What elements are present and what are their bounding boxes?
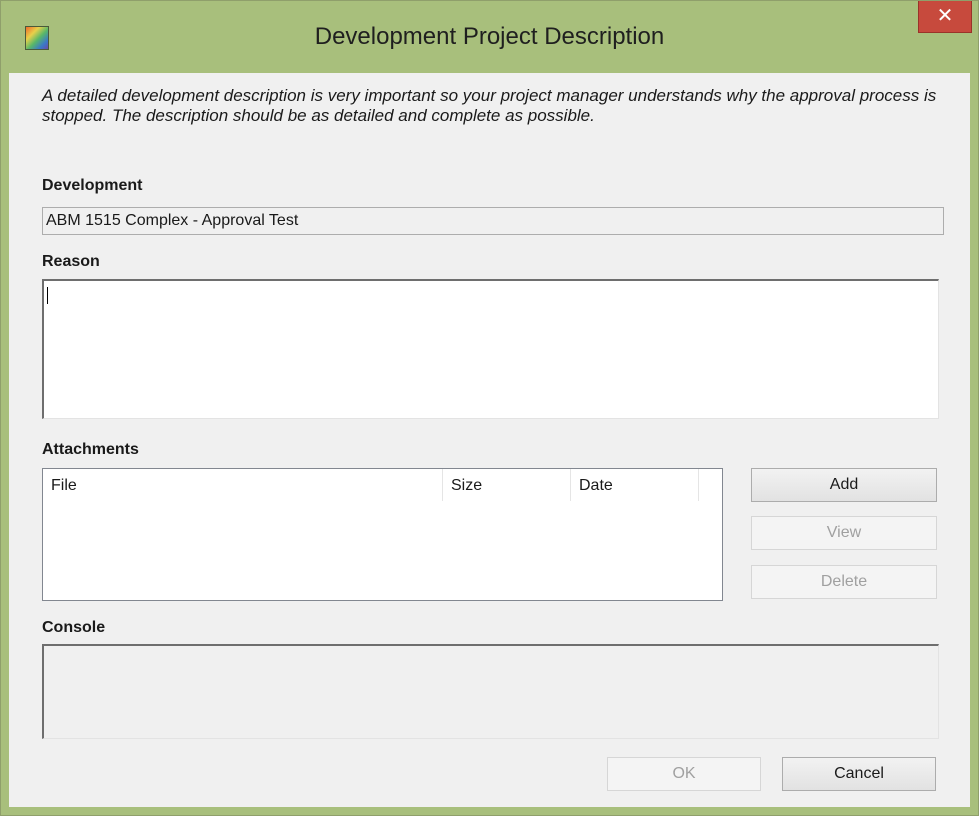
close-button[interactable]: ✕ (918, 1, 972, 33)
column-header-date[interactable]: Date (571, 469, 699, 501)
close-icon: ✕ (936, 5, 954, 27)
console-label: Console (42, 619, 106, 636)
column-header-size[interactable]: Size (443, 469, 571, 501)
development-label: Development (42, 177, 143, 194)
dialog-client-area: A detailed development description is ve… (9, 73, 970, 807)
intro-description: A detailed development description is ve… (42, 86, 937, 125)
ok-button[interactable]: OK (607, 757, 761, 791)
add-button[interactable]: Add (751, 468, 937, 502)
dialog-window: Development Project Description ✕ A deta… (0, 0, 979, 816)
column-header-filler (699, 469, 722, 501)
title-bar[interactable]: Development Project Description ✕ (1, 1, 978, 73)
attachments-list-header: File Size Date (43, 469, 722, 501)
development-field[interactable]: ABM 1515 Complex - Approval Test (42, 207, 944, 235)
console-output[interactable] (42, 644, 939, 739)
column-header-file[interactable]: File (43, 469, 443, 501)
window-title: Development Project Description (314, 23, 665, 50)
attachments-list[interactable]: File Size Date (42, 468, 723, 601)
view-button[interactable]: View (751, 516, 937, 550)
reason-textarea[interactable] (42, 279, 939, 419)
attachments-label: Attachments (42, 441, 139, 458)
text-caret (47, 287, 48, 304)
cancel-button[interactable]: Cancel (782, 757, 936, 791)
reason-label: Reason (42, 253, 100, 270)
delete-button[interactable]: Delete (751, 565, 937, 599)
